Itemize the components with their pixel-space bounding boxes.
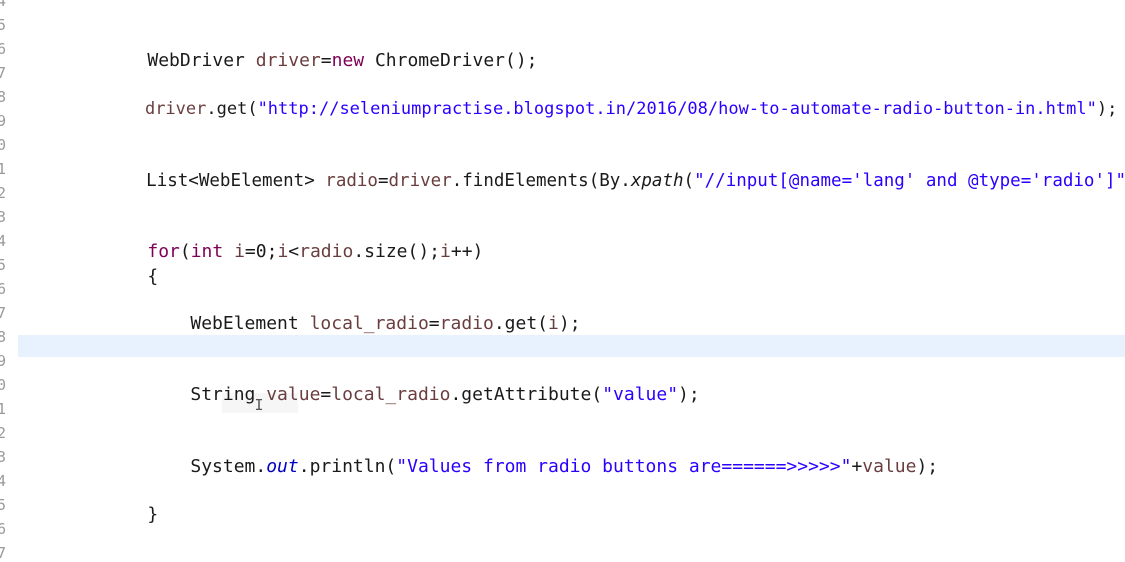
code-token: } bbox=[147, 504, 159, 525]
line-number: 5 bbox=[0, 256, 6, 274]
line-number: 7 bbox=[0, 64, 6, 82]
code-token: radio bbox=[325, 171, 378, 191]
code-token: driver bbox=[388, 171, 452, 191]
current-line-highlight bbox=[18, 335, 1125, 357]
code-token: ); bbox=[558, 313, 581, 334]
code-line-driver-get[interactable]: driver.get("http://seleniumpractise.blog… bbox=[104, 70, 1117, 119]
line-number: 1 bbox=[0, 400, 6, 418]
code-token: local_radio bbox=[331, 384, 451, 405]
code-token: ); bbox=[916, 456, 939, 477]
code-token: ( bbox=[683, 171, 695, 191]
code-token: driver bbox=[255, 50, 321, 71]
code-token: = bbox=[377, 171, 389, 191]
code-token: + bbox=[851, 456, 863, 477]
code-token: = bbox=[320, 384, 332, 405]
line-number: 3 bbox=[0, 208, 6, 226]
line-number: 9 bbox=[0, 112, 6, 130]
line-number: 1 bbox=[0, 160, 6, 178]
line-number: 4 bbox=[0, 472, 6, 490]
line-number: 4 bbox=[0, 0, 6, 10]
code-line-close-brace[interactable]: } bbox=[104, 476, 158, 525]
line-number: 5 bbox=[0, 496, 6, 514]
code-token: local_radio bbox=[309, 313, 429, 334]
code-line-get-attribute[interactable]: String value=local_radio.getAttribute("v… bbox=[147, 356, 699, 405]
code-token: out bbox=[266, 456, 299, 477]
code-token: i bbox=[277, 241, 289, 262]
line-number: 5 bbox=[0, 16, 6, 34]
line-number: 6 bbox=[0, 520, 6, 538]
code-token: .findElements(By. bbox=[451, 171, 631, 191]
line-number: 2 bbox=[0, 424, 6, 442]
code-line-println[interactable]: System.out.println("Values from radio bu… bbox=[147, 428, 938, 477]
code-token: "http://seleniumpractise.blogspot.in/201… bbox=[257, 99, 1097, 119]
line-number: 7 bbox=[0, 304, 6, 322]
code-token: .getAttribute( bbox=[450, 384, 603, 405]
line-number: 9 bbox=[0, 352, 6, 370]
code-token: WebElement bbox=[190, 313, 310, 334]
code-token: List<WebElement> bbox=[146, 171, 326, 191]
line-number: 4 bbox=[0, 232, 6, 250]
code-token: .size(); bbox=[353, 241, 441, 262]
code-token: .println( bbox=[298, 456, 397, 477]
code-line-find-elements[interactable]: List<WebElement> radio=driver.findElemen… bbox=[104, 142, 1125, 191]
code-token: int bbox=[190, 241, 224, 262]
code-line-for-loop[interactable]: for(int i=0;i<radio.size();i++) bbox=[104, 213, 483, 262]
code-token: i bbox=[548, 313, 559, 334]
line-number: 6 bbox=[0, 280, 6, 298]
code-line-open-brace[interactable]: { bbox=[104, 238, 158, 287]
line-number: 7 bbox=[0, 544, 6, 562]
code-token: ); bbox=[678, 384, 700, 405]
code-token: "Values from radio buttons are======>>>>… bbox=[396, 456, 852, 477]
code-token: ++) bbox=[450, 241, 484, 262]
code-token: < bbox=[288, 241, 300, 262]
code-token: i bbox=[234, 241, 245, 262]
code-token: ); bbox=[1096, 99, 1118, 119]
code-token: WebDriver bbox=[147, 50, 256, 71]
code-line-webdriver[interactable]: WebDriver driver=new ChromeDriver(); bbox=[104, 22, 537, 71]
line-number: 2 bbox=[0, 184, 6, 202]
code-token: "value" bbox=[602, 384, 679, 405]
code-token: radio bbox=[439, 313, 494, 334]
code-token: value bbox=[862, 456, 917, 477]
code-token: "//input[@name='lang' and @type='radio']… bbox=[694, 171, 1125, 191]
code-token: radio bbox=[299, 241, 354, 262]
code-token: String bbox=[190, 384, 267, 405]
code-token: =0; bbox=[244, 241, 278, 262]
line-number: 3 bbox=[0, 448, 6, 466]
code-editor[interactable]: 4 5 6 7 8 9 0 1 2 3 4 5 6 7 8 9 0 1 2 3 … bbox=[0, 0, 1125, 562]
code-token: = bbox=[428, 313, 440, 334]
code-token: .get( bbox=[493, 313, 549, 334]
code-token: ( bbox=[179, 241, 191, 262]
code-line-local-radio[interactable]: WebElement local_radio=radio.get(i); bbox=[147, 285, 580, 334]
line-number: 8 bbox=[0, 328, 6, 346]
code-token: ChromeDriver(); bbox=[364, 50, 538, 71]
line-number: 6 bbox=[0, 40, 6, 58]
code-token: .get( bbox=[206, 99, 258, 119]
line-number: 0 bbox=[0, 136, 6, 154]
code-token: driver bbox=[144, 99, 207, 119]
code-token: = bbox=[320, 50, 332, 71]
line-number: 8 bbox=[0, 88, 6, 106]
line-number: 0 bbox=[0, 376, 6, 394]
code-token: System. bbox=[190, 456, 267, 477]
code-token: xpath bbox=[630, 171, 684, 191]
line-number-gutter: 4 5 6 7 8 9 0 1 2 3 4 5 6 7 8 9 0 1 2 3 … bbox=[0, 0, 8, 562]
code-token: i bbox=[440, 241, 451, 262]
code-token: new bbox=[331, 50, 365, 71]
code-token: value bbox=[266, 384, 321, 405]
code-token: { bbox=[147, 266, 159, 287]
